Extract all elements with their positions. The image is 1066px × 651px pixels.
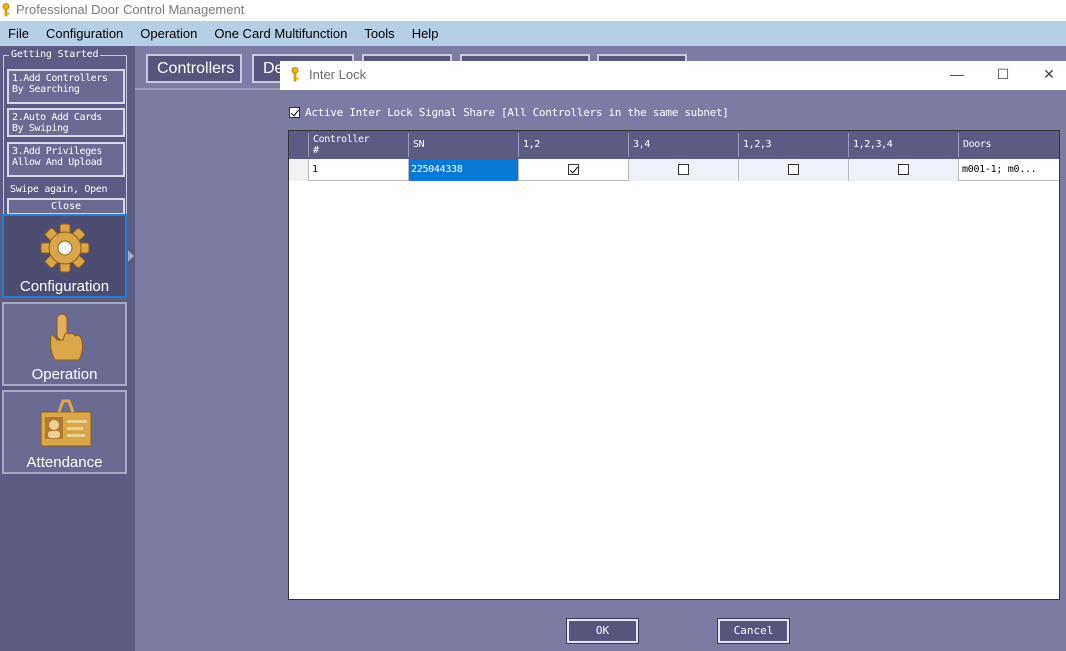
signal-share-checkbox[interactable] xyxy=(289,107,300,118)
signal-share-label: Active Inter Lock Signal Share [All Cont… xyxy=(305,106,729,119)
col-controller-header[interactable]: Controller # xyxy=(308,133,408,157)
auto-add-cards-line1: 2.Auto Add Cards xyxy=(12,112,102,123)
cell-34[interactable] xyxy=(628,159,738,181)
col-12-header[interactable]: 1,2 xyxy=(518,133,628,157)
col-controller-line1: Controller xyxy=(313,134,370,145)
auto-add-cards-line2: By Swiping xyxy=(12,123,69,134)
cell-123[interactable] xyxy=(738,159,848,181)
inter-lock-dialog: Inter Lock — ☐ ✕ Active Inter Lock Signa… xyxy=(280,61,1066,651)
gear-icon xyxy=(40,223,90,273)
col-doors-header[interactable]: Doors xyxy=(958,133,1059,157)
interlock-34-checkbox[interactable] xyxy=(678,164,689,175)
key-icon xyxy=(2,3,10,17)
tab-controllers[interactable]: Controllers xyxy=(146,54,242,83)
id-card-icon xyxy=(40,399,92,447)
menu-configuration[interactable]: Configuration xyxy=(38,26,132,41)
minimize-icon: — xyxy=(950,66,964,82)
cell-1234[interactable] xyxy=(848,159,958,181)
nav-operation-label: Operation xyxy=(31,366,98,383)
add-controllers-button[interactable]: 1.Add Controllers By Searching xyxy=(7,69,125,104)
dialog-title-bar: Inter Lock — ☐ ✕ xyxy=(280,61,1066,90)
row-selector[interactable] xyxy=(289,159,308,181)
nav-configuration-label: Configuration xyxy=(19,278,110,295)
grid-header: Controller # SN 1,2 3,4 1,2,3 1,2,3,4 Do… xyxy=(289,131,1059,159)
menu-help[interactable]: Help xyxy=(404,26,448,41)
maximize-icon: ☐ xyxy=(996,66,1010,82)
col-sn-header[interactable]: SN xyxy=(408,133,518,157)
menu-one-card-multifunction[interactable]: One Card Multifunction xyxy=(206,26,356,41)
app-title-bar: Professional Door Control Management xyxy=(0,0,1066,21)
getting-started-legend: Getting Started xyxy=(9,49,101,60)
cell-sn[interactable]: 225044338 xyxy=(408,159,518,181)
dialog-title: Inter Lock xyxy=(309,67,367,82)
cell-12[interactable] xyxy=(518,159,628,181)
interlock-12-checkbox[interactable] xyxy=(568,164,579,175)
app-title: Professional Door Control Management xyxy=(16,2,245,17)
hand-pointer-icon xyxy=(50,313,84,361)
cell-controller[interactable]: 1 xyxy=(308,159,408,181)
nav-attendance[interactable]: Attendance xyxy=(2,390,127,474)
minimize-button[interactable]: — xyxy=(934,61,980,90)
close-button[interactable]: ✕ xyxy=(1026,61,1066,90)
menu-file[interactable]: File xyxy=(0,26,38,41)
add-controllers-line1: 1.Add Controllers xyxy=(12,73,108,84)
swipe-again-note: Swipe again, Open xyxy=(10,184,108,195)
interlock-123-checkbox[interactable] xyxy=(788,164,799,175)
nav-attendance-label: Attendance xyxy=(26,454,103,471)
add-privileges-button[interactable]: 3.Add Privileges Allow And Upload xyxy=(7,142,125,177)
add-controllers-line2: By Searching xyxy=(12,84,80,95)
signal-share-option[interactable]: Active Inter Lock Signal Share [All Cont… xyxy=(289,106,729,119)
table-row[interactable]: 1 225044338 m001-1; m0... xyxy=(289,159,1059,181)
col-1234-header[interactable]: 1,2,3,4 xyxy=(848,133,958,157)
close-getting-started-button[interactable]: Close xyxy=(7,198,125,215)
cancel-button[interactable]: Cancel xyxy=(717,618,790,644)
active-indicator-arrow xyxy=(128,250,134,262)
nav-operation[interactable]: Operation xyxy=(2,302,127,386)
interlock-grid: Controller # SN 1,2 3,4 1,2,3 1,2,3,4 Do… xyxy=(288,130,1060,600)
add-privileges-line2: Allow And Upload xyxy=(12,157,102,168)
ok-button[interactable]: OK xyxy=(566,618,639,644)
col-34-header[interactable]: 3,4 xyxy=(628,133,738,157)
col-123-header[interactable]: 1,2,3 xyxy=(738,133,848,157)
add-privileges-line1: 3.Add Privileges xyxy=(12,146,102,157)
maximize-button[interactable]: ☐ xyxy=(980,61,1026,90)
nav-configuration[interactable]: Configuration xyxy=(2,214,134,298)
key-icon xyxy=(291,67,299,82)
menu-bar: File Configuration Operation One Card Mu… xyxy=(0,21,1066,46)
col-controller-line2: # xyxy=(313,145,319,156)
auto-add-cards-button[interactable]: 2.Auto Add Cards By Swiping xyxy=(7,108,125,137)
left-panel: Getting Started 1.Add Controllers By Sea… xyxy=(0,46,135,651)
menu-operation[interactable]: Operation xyxy=(132,26,206,41)
menu-tools[interactable]: Tools xyxy=(356,26,403,41)
interlock-1234-checkbox[interactable] xyxy=(898,164,909,175)
cell-doors[interactable]: m001-1; m0... xyxy=(958,159,1059,181)
getting-started-group: Getting Started 1.Add Controllers By Sea… xyxy=(3,49,127,217)
close-icon: ✕ xyxy=(1043,66,1055,82)
